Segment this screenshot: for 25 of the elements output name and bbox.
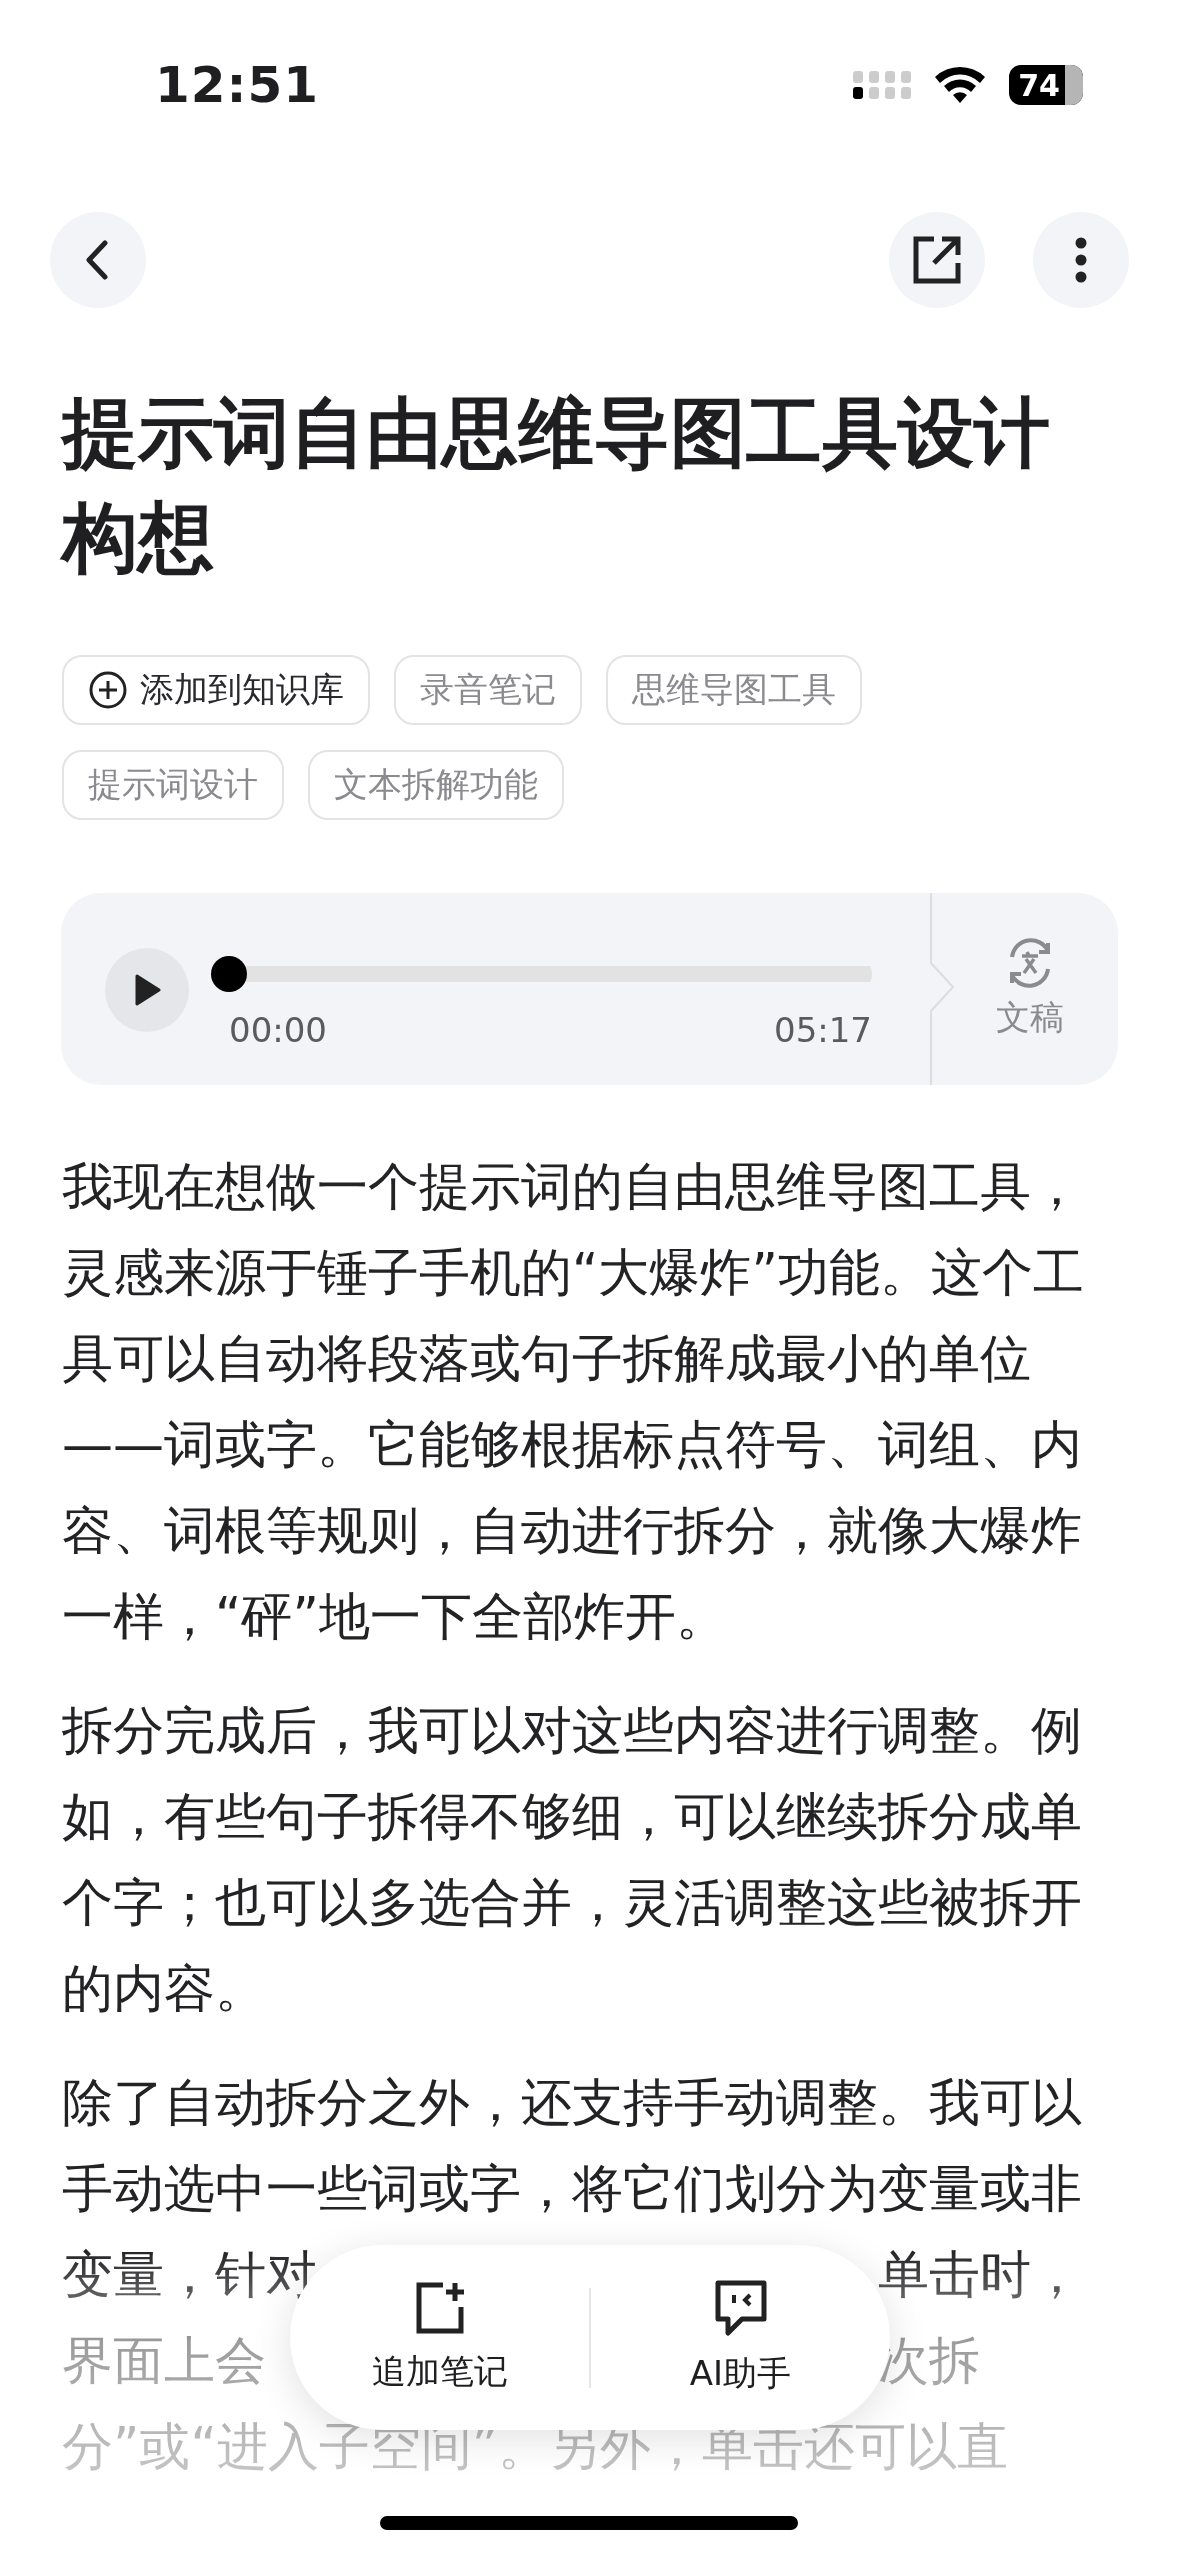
status-time: 12:51 [155, 56, 320, 114]
plus-circle-icon [88, 670, 128, 710]
chat-bubble-icon [713, 2278, 768, 2337]
body-text-fragment: 手动选中一些词或字，将它们划分为变量或非 [62, 2158, 1082, 2220]
tag-chip[interactable]: 提示词设计 [62, 750, 284, 820]
body-paragraph: 我现在想做一个提示词的自由思维导图工具，灵感来源于锤子手机的“大爆炸”功能。这个工具可以自动将段落或句子拆解成最小的单位——词或字。它能够根据标点符号、词组、内容、词根等规则，自动进行拆分，就像大爆炸一样，“砰”地一下全部炸开。 [62, 1156, 1085, 1648]
wifi-icon [933, 65, 987, 105]
battery-icon: 74 [1009, 65, 1083, 105]
more-icon [1074, 237, 1088, 283]
transcript-button[interactable]: 文稿 [960, 893, 1100, 1085]
progress-thumb[interactable] [211, 956, 247, 992]
signal-icon [853, 69, 911, 101]
body-text-fragment: 界面上会 [62, 2330, 266, 2392]
elapsed-time: 00:00 [229, 1010, 327, 1050]
tag-chip[interactable]: 录音笔记 [394, 655, 582, 725]
total-duration: 05:17 [774, 1010, 872, 1050]
body-text-fragment: 单击时， [878, 2244, 1082, 2306]
body-text-fragment: 除了自动拆分之外，还支持手动调整。我可以 [62, 2072, 1082, 2134]
body-paragraph: 拆分完成后，我可以对这些内容进行调整。例如，有些句子拆得不够细，可以继续拆分成单个字；也可以多选合并，灵活调整这些被拆开的内容。 [62, 1700, 1083, 2020]
add-to-knowledge-base-button[interactable]: 添加到知识库 [62, 655, 370, 725]
share-icon [912, 235, 962, 285]
tag-chip[interactable]: 思维导图工具 [606, 655, 862, 725]
tag-chip[interactable]: 文本拆解功能 [308, 750, 564, 820]
play-icon [133, 973, 161, 1007]
note-title: 提示词自由思维导图工具设计构想 [62, 387, 1051, 584]
